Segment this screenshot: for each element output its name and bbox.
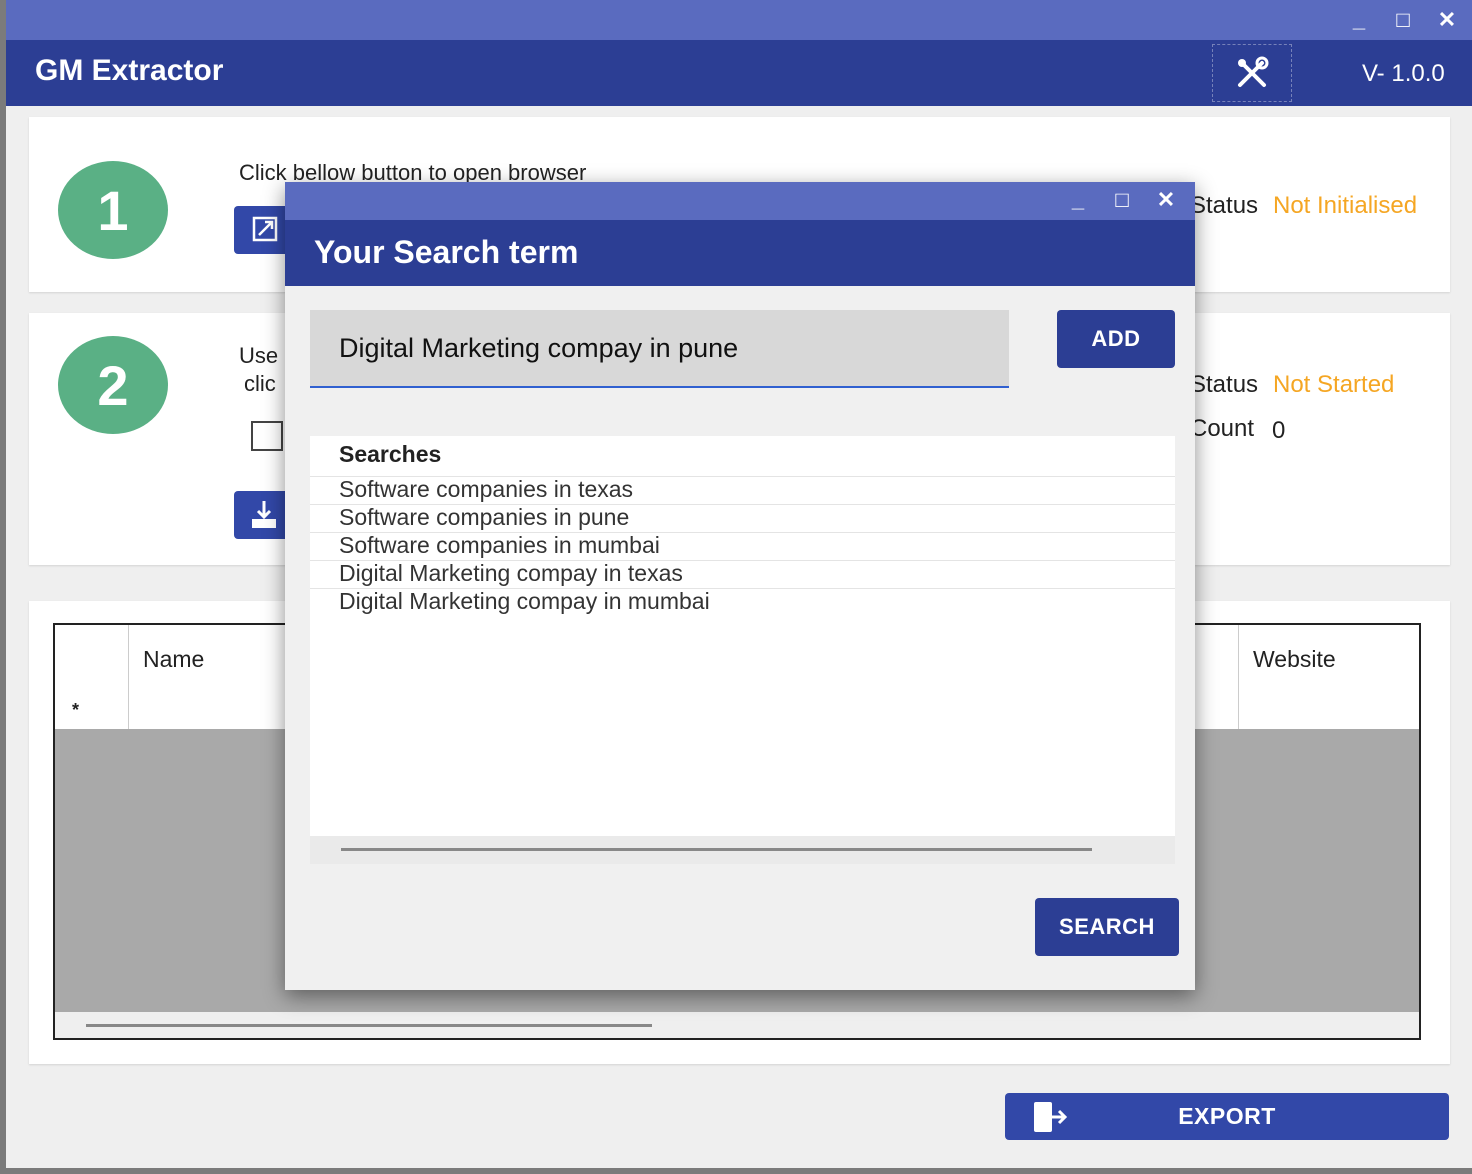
step2-instruction-line1: Use (239, 343, 279, 368)
list-item-label: Software companies in texas (339, 476, 634, 502)
dialog-maximize-button[interactable]: □ (1111, 186, 1133, 214)
window-left-edge (0, 0, 6, 1174)
new-row-marker: * (72, 700, 80, 720)
step2-status-label: Status (1190, 371, 1259, 398)
minimize-button[interactable]: _ (1348, 6, 1370, 34)
step1-status-value: Not Initialised (1273, 192, 1418, 219)
search-button-label: SEARCH (1059, 914, 1155, 939)
export-icon (1034, 1102, 1068, 1132)
list-item-label: Software companies in pune (339, 504, 630, 530)
list-item-label: Digital Marketing compay in mumbai (339, 588, 710, 614)
dialog-titlebar[interactable] (285, 182, 1195, 220)
search-button[interactable]: SEARCH (1035, 898, 1179, 956)
column-header-website[interactable]: Website (1253, 646, 1336, 673)
list-item[interactable]: Digital Marketing compay in mumbai (310, 588, 1175, 617)
column-header-name[interactable]: Name (143, 646, 204, 673)
step2-checkbox[interactable] (251, 421, 283, 451)
add-button[interactable]: ADD (1057, 310, 1175, 368)
app-title: GM Extractor (35, 54, 224, 87)
list-item[interactable]: Digital Marketing compay in texas (310, 560, 1175, 589)
export-button[interactable]: EXPORT (1005, 1093, 1449, 1140)
dialog-close-button[interactable]: ✕ (1155, 186, 1177, 214)
count-label: Count (1190, 415, 1255, 442)
window-titlebar[interactable] (6, 0, 1472, 40)
window-bottom-edge (0, 1168, 1472, 1174)
list-item-label: Software companies in mumbai (339, 532, 660, 558)
dialog-window-controls: _ □ ✕ (1067, 186, 1177, 214)
search-term-input[interactable] (310, 310, 1009, 388)
version-label: V- 1.0.0 (1362, 60, 1445, 87)
grid-column-divider (1238, 625, 1239, 729)
list-scrollbar-thumb[interactable] (341, 848, 1092, 851)
list-item[interactable]: Software companies in pune (310, 504, 1175, 533)
list-item[interactable]: Software companies in mumbai (310, 532, 1175, 561)
settings-button[interactable] (1212, 44, 1292, 102)
window-controls: _ □ ✕ (1348, 6, 1458, 34)
searches-list-header: Searches (339, 441, 442, 467)
list-item[interactable]: Software companies in texas (310, 476, 1175, 505)
step2-status-value: Not Started (1273, 371, 1395, 398)
dialog-title: Your Search term (314, 234, 579, 270)
grid-column-divider (128, 625, 129, 729)
grid-scrollbar-thumb[interactable] (86, 1024, 652, 1027)
step1-status-label: Status (1190, 192, 1259, 219)
list-item-label: Digital Marketing compay in texas (339, 560, 683, 586)
maximize-button[interactable]: □ (1392, 6, 1414, 34)
count-value: 0 (1272, 417, 1286, 444)
export-label: EXPORT (1178, 1103, 1276, 1129)
step2-badge: 2 (58, 336, 168, 434)
dialog-minimize-button[interactable]: _ (1067, 186, 1089, 214)
step1-badge: 1 (58, 161, 168, 259)
close-button[interactable]: ✕ (1436, 6, 1458, 34)
step2-instruction-line2: clic (244, 371, 276, 396)
add-button-label: ADD (1091, 326, 1141, 351)
tools-icon (1238, 56, 1269, 87)
